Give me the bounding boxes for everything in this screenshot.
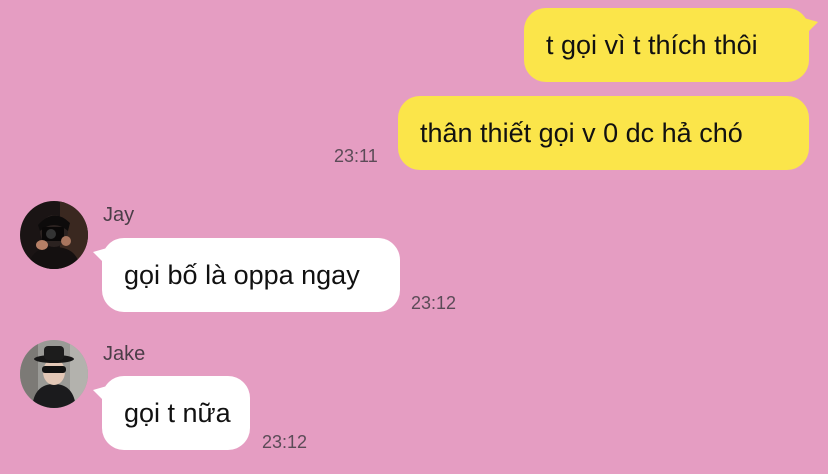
person-with-camera-avatar-icon bbox=[20, 201, 88, 269]
outgoing-message-bubble[interactable]: t gọi vì t thích thôi bbox=[524, 8, 818, 82]
sender-avatar-jay[interactable] bbox=[20, 201, 88, 269]
sender-name: Jake bbox=[103, 343, 146, 365]
incoming-message-bubble[interactable]: gọi bố là oppa ngay bbox=[93, 238, 400, 312]
sender-avatar-jake[interactable] bbox=[20, 340, 88, 408]
message-text: thân thiết gọi v 0 dc hả chó bbox=[420, 117, 743, 148]
message-text: gọi bố là oppa ngay bbox=[124, 259, 360, 290]
message-timestamp: 23:12 bbox=[411, 293, 457, 313]
sender-name: Jay bbox=[103, 204, 135, 226]
message-text: gọi t nữa bbox=[124, 397, 231, 428]
message-text: t gọi vì t thích thôi bbox=[546, 29, 758, 60]
incoming-message-bubble[interactable]: gọi t nữa bbox=[93, 376, 250, 450]
outgoing-message-bubble[interactable]: thân thiết gọi v 0 dc hả chó bbox=[398, 96, 809, 170]
message-timestamp: 23:12 bbox=[262, 432, 308, 452]
person-in-hat-avatar-icon bbox=[20, 340, 88, 408]
message-timestamp: 23:11 bbox=[334, 146, 378, 166]
